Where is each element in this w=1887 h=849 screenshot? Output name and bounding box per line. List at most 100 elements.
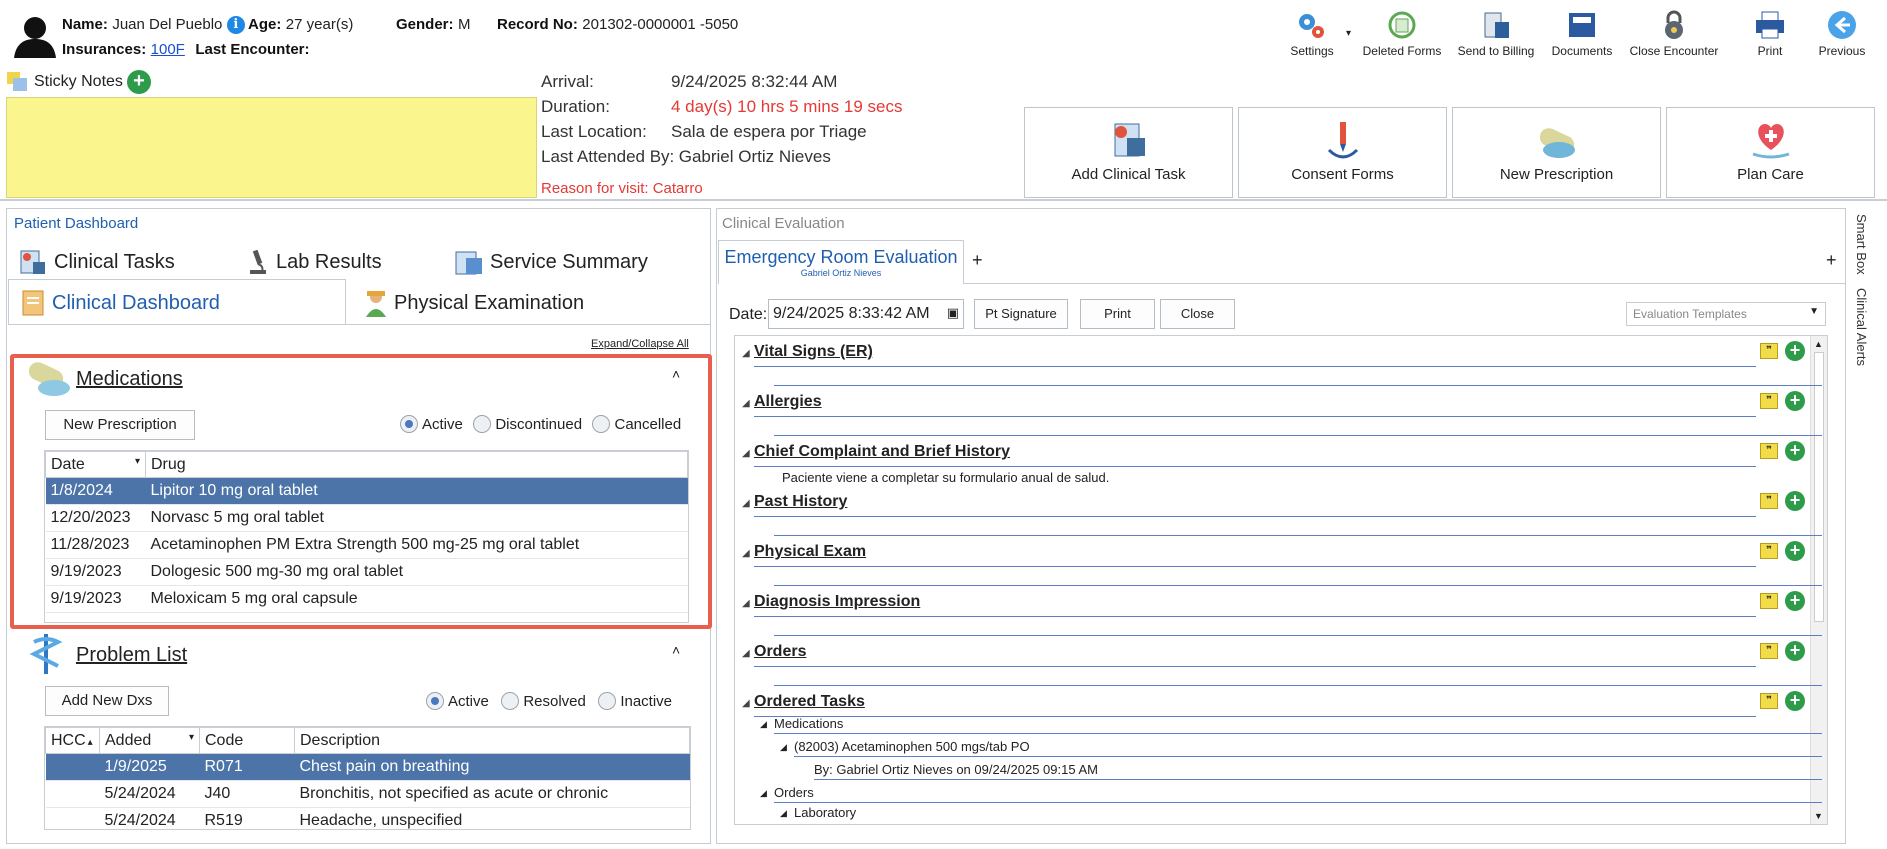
expand-triangle-icon[interactable]: ◢	[742, 698, 750, 709]
add-sticky-note-button[interactable]: +	[126, 70, 151, 94]
tab-service-summary[interactable]: Service Summary	[454, 248, 648, 276]
expand-triangle-icon[interactable]: ◢	[742, 498, 750, 509]
section-diagnosis-impression[interactable]: ◢ Diagnosis Impression ❞ +	[736, 589, 1822, 639]
section-ordered-tasks[interactable]: ◢ Ordered Tasks ❞ + ◢ Medications ◢ (820…	[736, 689, 1822, 820]
note-icon[interactable]: ❞	[1760, 593, 1778, 609]
close-encounter-button[interactable]: Close Encounter	[1626, 10, 1722, 65]
problem-list-title[interactable]: Problem List	[76, 644, 187, 667]
add-clinical-task-button[interactable]: Add Clinical Task	[1024, 107, 1233, 198]
table-row[interactable]: 1/8/2024 Lipitor 10 mg oral tablet	[45, 477, 688, 505]
calendar-icon[interactable]: ▣	[947, 305, 959, 321]
insurance-link[interactable]: 100F	[151, 41, 185, 58]
expand-triangle-icon[interactable]: ◢	[742, 448, 750, 459]
info-icon[interactable]: i	[226, 16, 245, 34]
filter-resolved-radio[interactable]	[501, 692, 520, 710]
column-drug[interactable]: Drug	[145, 451, 688, 478]
filter-active-radio[interactable]	[400, 415, 418, 433]
expand-triangle-icon[interactable]: ◢	[760, 719, 767, 730]
section-past-history[interactable]: ◢ Past History ❞ +	[736, 489, 1822, 539]
tab-physical-examination[interactable]: Physical Examination	[364, 289, 584, 317]
new-prescription-button[interactable]: New Prescription	[1452, 107, 1661, 198]
medications-filter: Active Discontinued Cancelled	[400, 415, 681, 433]
plan-care-button[interactable]: Plan Care	[1666, 107, 1875, 198]
problem-list-collapse-icon[interactable]: ˄	[672, 642, 680, 658]
medications-title[interactable]: Medications	[76, 368, 183, 391]
note-icon[interactable]: ❞	[1760, 343, 1778, 359]
tab-clinical-alerts[interactable]: Clinical Alerts	[1854, 288, 1869, 366]
section-vital-signs[interactable]: ◢ Vital Signs (ER) ❞ +	[736, 339, 1822, 389]
deleted-forms-button[interactable]: Deleted Forms	[1356, 10, 1448, 65]
settings-button[interactable]: Settings	[1266, 10, 1358, 65]
column-code[interactable]: Code	[199, 727, 295, 754]
add-tab-right-button[interactable]: +	[1826, 250, 1837, 271]
sticky-notes-area[interactable]	[6, 97, 537, 198]
add-icon[interactable]: +	[1785, 641, 1805, 661]
scroll-up-icon[interactable]: ▲	[1814, 339, 1823, 349]
column-date[interactable]: Date ▾	[45, 451, 146, 478]
add-icon[interactable]: +	[1785, 591, 1805, 611]
filter-inactive-radio[interactable]	[598, 692, 617, 710]
consent-forms-button[interactable]: Consent Forms	[1238, 107, 1447, 198]
tab-emergency-room-evaluation[interactable]: Emergency Room Evaluation Gabriel Ortiz …	[718, 240, 964, 284]
settings-dropdown-icon[interactable]: ▾	[1346, 28, 1351, 39]
note-icon[interactable]: ❞	[1760, 493, 1778, 509]
tab-clinical-dashboard[interactable]: Clinical Dashboard	[20, 289, 220, 317]
add-tab-button[interactable]: +	[972, 250, 983, 271]
expand-triangle-icon[interactable]: ◢	[742, 398, 750, 409]
expand-triangle-icon[interactable]: ◢	[742, 548, 750, 559]
expand-triangle-icon[interactable]: ◢	[742, 648, 750, 659]
previous-button[interactable]: Previous	[1802, 10, 1882, 65]
tab-clinical-tasks[interactable]: Clinical Tasks	[18, 248, 175, 276]
note-icon[interactable]: ❞	[1760, 693, 1778, 709]
table-row[interactable]: 9/19/2023 Meloxicam 5 mg oral capsule	[45, 585, 688, 613]
eval-tabs-divider	[964, 283, 1846, 284]
section-chief-complaint[interactable]: ◢ Chief Complaint and Brief History Paci…	[736, 439, 1810, 489]
expand-triangle-icon[interactable]: ◢	[760, 788, 767, 799]
note-icon[interactable]: ❞	[1760, 393, 1778, 409]
table-row[interactable]: 5/24/2024 R519 Headache, unspecified	[45, 807, 690, 829]
note-icon[interactable]: ❞	[1760, 543, 1778, 559]
filter-cancelled-radio[interactable]	[592, 415, 611, 433]
add-icon[interactable]: +	[1785, 541, 1805, 561]
column-added[interactable]: Added ▾	[99, 727, 200, 754]
expand-triangle-icon[interactable]: ◢	[742, 348, 750, 359]
add-icon[interactable]: +	[1785, 491, 1805, 511]
note-icon[interactable]: ❞	[1760, 443, 1778, 459]
add-icon[interactable]: +	[1785, 341, 1805, 361]
eval-print-button[interactable]: Print	[1080, 299, 1155, 329]
section-orders[interactable]: ◢ Orders ❞ +	[736, 639, 1822, 689]
tab-lab-results[interactable]: Lab Results	[246, 248, 382, 276]
documents-button[interactable]: Documents	[1536, 10, 1628, 65]
expand-triangle-icon[interactable]: ◢	[742, 598, 750, 609]
expand-triangle-icon[interactable]: ◢	[780, 742, 787, 753]
scrollbar[interactable]: ▲ ▼	[1810, 336, 1827, 824]
evaluation-templates-select[interactable]: Evaluation Templates ▼	[1626, 302, 1826, 326]
scroll-down-icon[interactable]: ▼	[1814, 811, 1823, 821]
filter-active-radio[interactable]	[426, 692, 444, 710]
medications-collapse-icon[interactable]: ˄	[672, 366, 680, 382]
section-allergies[interactable]: ◢ Allergies ❞ +	[736, 389, 1822, 439]
add-icon[interactable]: +	[1785, 441, 1805, 461]
note-icon[interactable]: ❞	[1760, 643, 1778, 659]
tab-smart-box[interactable]: Smart Box	[1854, 214, 1869, 275]
table-row[interactable]: 12/20/2023 Norvasc 5 mg oral tablet	[45, 504, 688, 532]
pt-signature-button[interactable]: Pt Signature	[974, 299, 1068, 329]
expand-triangle-icon[interactable]: ◢	[780, 808, 787, 819]
scrollbar-thumb[interactable]	[1814, 352, 1824, 622]
eval-close-button[interactable]: Close	[1160, 299, 1235, 329]
column-description[interactable]: Description	[294, 727, 690, 754]
table-row[interactable]: 11/28/2023 Acetaminophen PM Extra Strengt…	[45, 531, 688, 559]
column-hcc[interactable]: HCC ▴	[45, 727, 100, 754]
add-icon[interactable]: +	[1785, 391, 1805, 411]
expand-collapse-link[interactable]: Expand/Collapse All	[591, 338, 689, 350]
send-to-billing-button[interactable]: Send to Billing	[1450, 10, 1542, 65]
add-icon[interactable]: +	[1785, 691, 1805, 711]
table-row[interactable]: 1/9/2025 R071 Chest pain on breathing	[45, 753, 690, 781]
section-physical-exam[interactable]: ◢ Physical Exam ❞ +	[736, 539, 1822, 589]
new-prescription-list-button[interactable]: New Prescription	[45, 410, 195, 440]
table-row[interactable]: 5/24/2024 J40 Bronchitis, not specified as…	[45, 780, 690, 808]
table-row[interactable]: 9/19/2023 Dologesic 500 mg-30 mg oral tab…	[45, 558, 688, 586]
date-field[interactable]: 9/24/2025 8:33:42 AM ▣	[768, 299, 964, 329]
add-new-dxs-button[interactable]: Add New Dxs	[45, 686, 169, 716]
filter-discontinued-radio[interactable]	[473, 415, 492, 433]
